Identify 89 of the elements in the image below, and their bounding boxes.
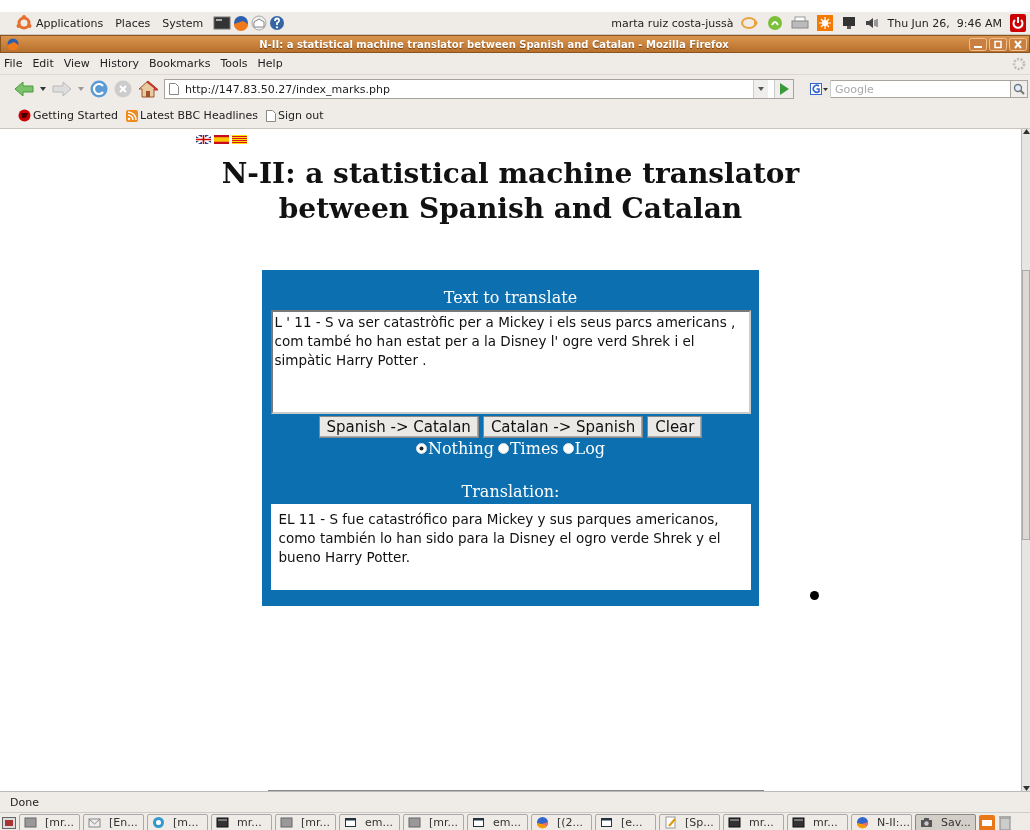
taskbar-button[interactable]: [(2...	[531, 813, 592, 830]
taskbar-button[interactable]: [mr...	[19, 813, 80, 830]
window-icon	[280, 816, 293, 829]
trash-icon[interactable]	[998, 814, 1012, 830]
address-bar[interactable]: http://147.83.50.27/index_marks.php	[164, 79, 794, 99]
clock[interactable]: Thu Jun 26, 9:46 AM	[887, 16, 1002, 30]
power-icon[interactable]	[1010, 14, 1026, 32]
window-icon	[408, 816, 421, 829]
browser-icon[interactable]	[233, 15, 250, 31]
section-label: Translation:	[461, 482, 560, 501]
home-icon[interactable]	[138, 80, 158, 98]
option-label[interactable]: Nothing	[427, 439, 494, 458]
dot-icon	[810, 591, 819, 600]
panel-menu[interactable]: System	[160, 16, 206, 30]
scrollbar[interactable]	[1021, 129, 1030, 791]
taskbar-button[interactable]: N-II:...	[851, 813, 912, 830]
status-text: Done	[10, 795, 39, 809]
bookmark-link[interactable]: Sign out	[265, 109, 324, 122]
minimize-button[interactable]	[969, 37, 987, 51]
taskbar-button[interactable]: Sav...	[915, 813, 976, 830]
menu-item[interactable]: Edit	[32, 57, 54, 70]
clear-button[interactable]: Clear	[647, 416, 703, 438]
reload-icon[interactable]	[90, 80, 108, 98]
search-engine-icon[interactable]	[810, 83, 822, 95]
show-desktop-icon[interactable]	[2, 815, 16, 830]
bookmark-link[interactable]: Getting Started	[18, 109, 119, 122]
radio-button[interactable]	[415, 443, 427, 454]
option-label[interactable]: Times	[509, 439, 559, 458]
monitor-icon[interactable]	[841, 15, 858, 31]
throbber-icon	[1012, 56, 1026, 71]
flag-icon[interactable]	[196, 135, 211, 144]
radio-button[interactable]	[562, 443, 574, 454]
search-icon[interactable]	[1013, 83, 1025, 95]
window-icon	[344, 816, 357, 829]
dropdown-caret-icon[interactable]	[758, 87, 764, 91]
dropdown-caret-icon[interactable]	[823, 87, 828, 91]
dropdown-caret-icon[interactable]	[40, 87, 46, 91]
camera-icon	[920, 816, 933, 829]
maximize-button[interactable]	[989, 37, 1007, 51]
go-arrow-icon[interactable]	[779, 83, 789, 95]
bookmark-link[interactable]: Latest BBC Headlines	[126, 109, 258, 122]
terminal-icon	[216, 816, 229, 829]
translate-button[interactable]: Catalan -> Spanish	[482, 416, 644, 438]
help-icon[interactable]	[269, 15, 286, 31]
window-icon	[472, 816, 485, 829]
taskbar-button[interactable]: mr...	[787, 813, 848, 830]
taskbar-button[interactable]: [mr...	[403, 813, 464, 830]
terminal-icon[interactable]	[213, 15, 232, 31]
translate-button[interactable]: Spanish -> Catalan	[318, 416, 479, 438]
menu-item[interactable]: File	[4, 57, 23, 70]
window-icon	[600, 816, 613, 829]
terminal-icon	[792, 816, 805, 829]
user-name[interactable]: marta ruiz costa-jussà	[611, 16, 734, 30]
taskbar-button[interactable]: mr...	[211, 813, 272, 830]
page-icon	[169, 83, 179, 95]
taskbar-button[interactable]: em...	[339, 813, 400, 830]
menu-item[interactable]: View	[63, 57, 90, 70]
page-heading: N-II: a statistical machine translator between Spanish and Catalan	[220, 156, 801, 226]
menu-item[interactable]: Tools	[220, 57, 248, 70]
speaker-icon[interactable]	[865, 16, 880, 30]
section-label: Text to translate	[443, 288, 578, 307]
taskbar-button[interactable]: em...	[467, 813, 528, 830]
page-icon	[265, 109, 276, 122]
menu-logo-icon[interactable]	[16, 15, 32, 31]
window-icon	[24, 816, 37, 829]
taskbar-button[interactable]: [e...	[595, 813, 656, 830]
taskbar-button[interactable]: [mr...	[275, 813, 336, 830]
menu-item[interactable]: Bookmarks	[149, 57, 211, 70]
menu-item[interactable]: Help	[257, 57, 283, 70]
radio-button[interactable]	[497, 443, 509, 454]
printer-icon[interactable]	[791, 15, 810, 31]
notepad-icon	[664, 816, 677, 829]
close-button[interactable]	[1009, 37, 1027, 51]
option-label[interactable]: Log	[574, 439, 606, 458]
menu-item[interactable]: History	[99, 57, 139, 70]
browser-icon	[7, 38, 19, 50]
chat-icon	[152, 816, 165, 829]
panel-menu[interactable]: Applications	[34, 16, 106, 30]
feed-icon	[126, 109, 139, 122]
translation-output: EL 11 - S fue catastrófico para Mickey y sus parques americanos, como también lo han sido para la Disney el ogro verde Shrek y el bueno Harry Potter.	[270, 504, 751, 590]
source-text-area[interactable]: L ' 11 - S va ser catastròfic per a Mickey i els seus parcs americans , com també ho han estat per a la Disney l' ogre verd Shrek i el simpàtic Harry Potter .	[270, 310, 751, 414]
terminal-icon	[728, 816, 741, 829]
panel-menu[interactable]: Places	[113, 16, 153, 30]
taskbar-button[interactable]: [En...	[83, 813, 144, 830]
taskbar-button[interactable]: mr...	[723, 813, 784, 830]
window-title: N-II: a statistical machine translator between Spanish and Catalan - Mozilla Firefox	[258, 38, 730, 50]
back-arrow-icon[interactable]	[14, 81, 34, 97]
taskbar-button[interactable]: [m...	[147, 813, 208, 830]
taskbar-button[interactable]: [Sp...	[659, 813, 720, 830]
